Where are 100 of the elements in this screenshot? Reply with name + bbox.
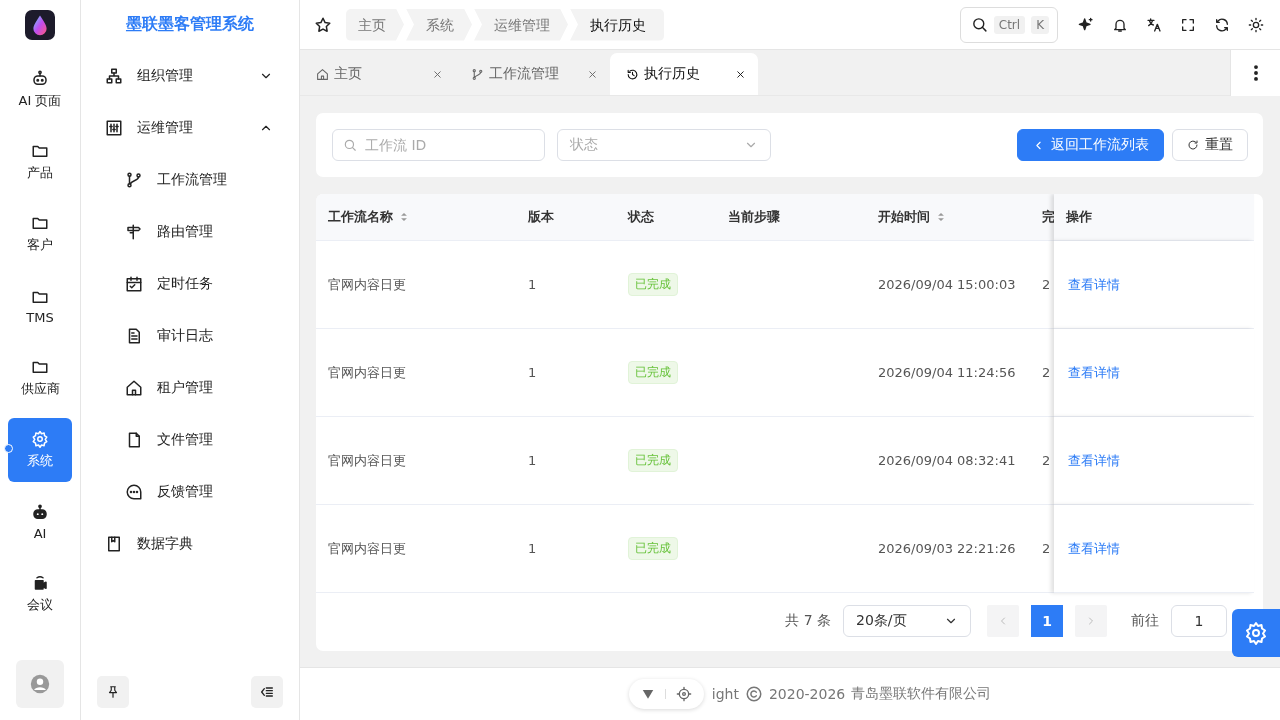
settings-icon (1244, 621, 1268, 645)
pin-button[interactable] (97, 676, 129, 708)
translate-icon[interactable] (1146, 16, 1162, 33)
search-field[interactable]: 工作流 ID (332, 129, 545, 161)
back-button[interactable]: 返回工作流列表 (1017, 129, 1164, 161)
tab[interactable]: 主页 (300, 53, 455, 95)
search-icon (970, 16, 988, 33)
signpost-icon (125, 223, 143, 241)
table-cell: 2 (1042, 365, 1051, 380)
avatar-icon (29, 673, 51, 695)
column-header: 版本 (528, 208, 554, 226)
close-icon[interactable] (735, 68, 746, 80)
sidebar-item[interactable]: 工作流管理 (81, 154, 299, 206)
rail-item[interactable]: 会议 (8, 562, 72, 626)
details-link[interactable]: 查看详情 (1066, 275, 1120, 294)
rail-item[interactable]: AI (8, 490, 72, 554)
sidebar-item[interactable]: 组织管理 (81, 50, 299, 102)
table-cell: 1 (528, 365, 537, 380)
sidebar-item[interactable]: 路由管理 (81, 206, 299, 258)
breadcrumb-item[interactable]: 主页 (346, 8, 404, 41)
sidebar-item[interactable]: 定时任务 (81, 258, 299, 310)
search-icon (343, 138, 357, 152)
rail-item[interactable]: 客户 (8, 202, 72, 266)
tab[interactable]: 执行历史 (610, 53, 758, 95)
collapse-icon (259, 684, 275, 700)
app-title: 墨联墨客管理系统 (125, 14, 255, 35)
avatar-button[interactable] (16, 660, 64, 708)
table-cell: 2026/09/04 08:32:41 (878, 453, 1016, 468)
table-cell: 官网内容日更 (328, 363, 406, 382)
app-logo (25, 10, 55, 40)
more-icon (1253, 65, 1258, 81)
history-icon (626, 67, 639, 81)
table-cell: 2026/09/04 15:00:03 (878, 277, 1016, 292)
company-name: 青岛墨联软件有限公司 (851, 685, 992, 703)
collapse-button[interactable] (251, 676, 283, 708)
status-tag: 已完成 (628, 449, 678, 472)
pin-icon (106, 685, 120, 699)
rail-item[interactable]: AI 页面 (8, 58, 72, 122)
crosshair-icon[interactable] (675, 686, 692, 702)
details-link[interactable]: 查看详情 (1066, 363, 1120, 382)
table-cell: 1 (528, 277, 537, 292)
sidebar-item[interactable]: 反馈管理 (81, 466, 299, 518)
sidebar-item[interactable]: 租户管理 (81, 362, 299, 414)
gear-icon (31, 430, 49, 448)
sparkle-icon[interactable] (1078, 16, 1094, 33)
table-cell: 2026/09/03 22:21:26 (878, 541, 1016, 556)
sidebar-item[interactable]: 文件管理 (81, 414, 299, 466)
goto-label: 前往 (1131, 612, 1159, 630)
status-tag: 已完成 (628, 537, 678, 560)
page-size-select[interactable]: 20条/页 (843, 605, 971, 637)
breadcrumb-item[interactable]: 系统 (406, 8, 472, 41)
star-icon[interactable] (314, 15, 332, 34)
column-header: 完 (1042, 208, 1054, 226)
branch-icon (471, 67, 484, 81)
column-header: 状态 (628, 208, 654, 226)
hierarchy-icon (105, 67, 123, 85)
sliders-icon (105, 119, 123, 137)
shortcut-key: Ctrl (993, 15, 1026, 34)
status-tag: 已完成 (628, 361, 678, 384)
details-link[interactable]: 查看详情 (1066, 451, 1120, 470)
sidebar-item[interactable]: 审计日志 (81, 310, 299, 362)
tab[interactable]: 工作流管理 (455, 53, 610, 95)
home-icon (125, 379, 143, 397)
copyright-icon (744, 685, 763, 703)
branch-icon (125, 171, 143, 189)
details-link[interactable]: 查看详情 (1066, 539, 1120, 558)
table-cell: 2 (1042, 453, 1051, 468)
page-button[interactable]: 1 (1031, 605, 1063, 637)
column-header[interactable]: 工作流名称 (328, 208, 393, 226)
book-icon (105, 535, 123, 553)
breadcrumb-item[interactable]: 运维管理 (474, 8, 568, 41)
copyright-years: 2020-2026 (768, 686, 846, 702)
rail-item[interactable]: 供应商 (8, 346, 72, 410)
refresh-icon[interactable] (1214, 16, 1230, 33)
sun-icon[interactable] (1248, 16, 1264, 33)
rail-item[interactable]: TMS (8, 274, 72, 338)
table-cell: 2 (1042, 541, 1051, 556)
copyright-text: ight (711, 686, 739, 702)
sidebar-item[interactable]: 运维管理 (81, 102, 299, 154)
robot-icon (31, 70, 49, 88)
fullscreen-icon[interactable] (1180, 16, 1196, 33)
column-header[interactable]: 开始时间 (878, 208, 930, 226)
chat-icon (125, 483, 143, 501)
home-icon (316, 67, 329, 81)
active-dot (4, 444, 13, 453)
total-count: 共 7 条 (785, 612, 831, 630)
sidebar-item[interactable]: 数据字典 (81, 518, 299, 570)
table-cell: 官网内容日更 (328, 539, 406, 558)
table-cell: 官网内容日更 (328, 275, 406, 294)
table-cell: 官网内容日更 (328, 451, 406, 470)
column-header: 当前步骤 (728, 208, 780, 226)
rail-item[interactable]: 产品 (8, 130, 72, 194)
breadcrumb-item[interactable]: 执行历史 (570, 8, 664, 41)
robot-icon (31, 503, 49, 522)
reset-button[interactable]: 重置 (1172, 129, 1248, 161)
search-button[interactable]: Ctrl K (959, 6, 1058, 43)
status-tag: 已完成 (628, 273, 678, 296)
page-input[interactable]: 1 (1171, 605, 1227, 637)
triangle-icon[interactable] (640, 687, 655, 701)
settings-button[interactable] (1232, 609, 1280, 657)
